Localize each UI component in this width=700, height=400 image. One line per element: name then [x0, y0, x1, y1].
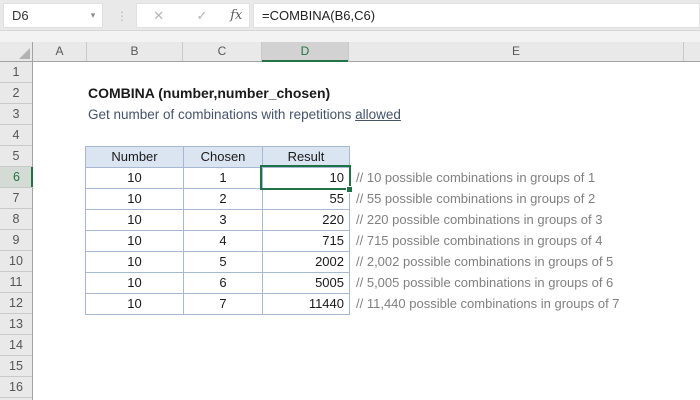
row-header-6[interactable]: 6 — [0, 167, 33, 188]
cell-c12[interactable]: 7 — [184, 294, 263, 315]
row-headers: 1 2 3 4 5 6 7 8 9 10 11 12 13 14 15 16 — [0, 62, 33, 400]
col-header-a[interactable]: A — [33, 42, 87, 61]
cell-d9[interactable]: 715 — [263, 231, 350, 252]
col-header-b[interactable]: B — [87, 42, 183, 61]
comment-e6[interactable]: // 10 possible combinations in groups of… — [356, 167, 595, 188]
formula-bar-separator-icon: ⋮ — [116, 8, 128, 23]
cell-d8[interactable]: 220 — [263, 210, 350, 231]
comment-e8[interactable]: // 220 possible combinations in groups o… — [356, 209, 602, 230]
cell-b6[interactable]: 10 — [86, 168, 184, 189]
row-header-11[interactable]: 11 — [0, 272, 32, 293]
row-header-4[interactable]: 4 — [0, 125, 32, 146]
row-header-1[interactable]: 1 — [0, 62, 32, 83]
row-header-5[interactable]: 5 — [0, 146, 32, 167]
data-table: Number Chosen Result 10 1 10 10 2 55 10 … — [85, 146, 350, 315]
formula-input[interactable]: =COMBINA(B6,C6) — [253, 3, 700, 28]
cell-d6-selected[interactable]: 10 — [263, 168, 350, 189]
cell-d7[interactable]: 55 — [263, 189, 350, 210]
cell-b11[interactable]: 10 — [86, 273, 184, 294]
cell-c7[interactable]: 2 — [184, 189, 263, 210]
cell-d12[interactable]: 11440 — [263, 294, 350, 315]
formula-bar-buttons: ✕ ✓ fx — [136, 3, 250, 28]
spreadsheet-window: D6 ▾ ⋮ ✕ ✓ fx =COMBINA(B6,C6) A B C D E … — [0, 0, 700, 400]
col-header-f-stub[interactable] — [684, 42, 700, 61]
row-header-14[interactable]: 14 — [0, 335, 32, 356]
table-header-chosen[interactable]: Chosen — [184, 147, 263, 168]
page-subtitle: Get number of combinations with repetiti… — [88, 104, 401, 125]
formula-bar-gap — [0, 31, 700, 42]
column-headers: A B C D E — [0, 42, 700, 62]
table-header-number[interactable]: Number — [86, 147, 184, 168]
row-header-10[interactable]: 10 — [0, 251, 32, 272]
table-header-result[interactable]: Result — [263, 147, 350, 168]
comment-e12[interactable]: // 11,440 possible combinations in group… — [356, 293, 620, 314]
cell-d10[interactable]: 2002 — [263, 252, 350, 273]
col-header-d[interactable]: D — [262, 42, 349, 62]
cell-c11[interactable]: 6 — [184, 273, 263, 294]
fill-handle[interactable] — [346, 186, 353, 193]
comment-e7[interactable]: // 55 possible combinations in groups of… — [356, 188, 595, 209]
formula-text: =COMBINA(B6,C6) — [262, 8, 376, 23]
select-all-button[interactable] — [0, 42, 33, 61]
cell-c8[interactable]: 3 — [184, 210, 263, 231]
cell-c9[interactable]: 4 — [184, 231, 263, 252]
formula-bar: D6 ▾ ⋮ ✕ ✓ fx =COMBINA(B6,C6) — [0, 0, 700, 31]
row-header-13[interactable]: 13 — [0, 314, 32, 335]
enter-button[interactable]: ✓ — [187, 8, 217, 24]
row-header-7[interactable]: 7 — [0, 188, 32, 209]
row-header-3[interactable]: 3 — [0, 104, 32, 125]
cell-c6[interactable]: 1 — [184, 168, 263, 189]
cancel-button[interactable]: ✕ — [144, 8, 174, 24]
comment-e11[interactable]: // 5,005 possible combinations in groups… — [356, 272, 613, 293]
row-header-9[interactable]: 9 — [0, 230, 32, 251]
col-header-c[interactable]: C — [183, 42, 262, 61]
name-box[interactable]: D6 ▾ — [3, 3, 103, 28]
cell-b10[interactable]: 10 — [86, 252, 184, 273]
cell-b7[interactable]: 10 — [86, 189, 184, 210]
row-header-12[interactable]: 12 — [0, 293, 32, 314]
col-header-e[interactable]: E — [349, 42, 684, 61]
page-title: COMBINA (number,number_chosen) — [88, 85, 331, 101]
row-header-16[interactable]: 16 — [0, 377, 32, 398]
cell-b9[interactable]: 10 — [86, 231, 184, 252]
insert-function-button[interactable]: fx — [230, 8, 242, 23]
comment-e10[interactable]: // 2,002 possible combinations in groups… — [356, 251, 613, 272]
name-box-dropdown-icon[interactable]: ▾ — [84, 10, 102, 21]
comment-e9[interactable]: // 715 possible combinations in groups o… — [356, 230, 602, 251]
cell-d11[interactable]: 5005 — [263, 273, 350, 294]
cell-c10[interactable]: 5 — [184, 252, 263, 273]
cell-b8[interactable]: 10 — [86, 210, 184, 231]
row-header-2[interactable]: 2 — [0, 83, 32, 104]
cell-b12[interactable]: 10 — [86, 294, 184, 315]
select-all-triangle-icon — [19, 48, 30, 59]
row-header-8[interactable]: 8 — [0, 209, 32, 230]
name-box-cell-reference[interactable]: D6 — [4, 8, 84, 23]
subtitle-text: Get number of combinations with repetiti… — [88, 107, 356, 122]
subtitle-underlined-word: allowed — [355, 107, 401, 122]
row-header-15[interactable]: 15 — [0, 356, 32, 377]
